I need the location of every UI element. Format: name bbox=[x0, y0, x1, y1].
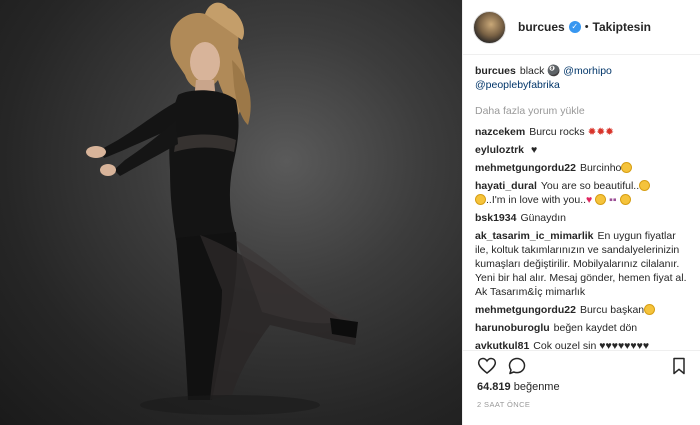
comment-username[interactable]: nazcekem bbox=[475, 126, 525, 138]
comment-item: mehmetgungordu22 Burcinho bbox=[475, 161, 691, 175]
comment-username[interactable]: mehmetgungordu22 bbox=[475, 304, 576, 316]
follow-button[interactable]: Takiptesin bbox=[593, 20, 651, 34]
load-more-comments-link[interactable]: Daha fazla yorum yükle bbox=[475, 104, 691, 118]
post-photo[interactable] bbox=[0, 0, 462, 425]
verified-icon: ✓ bbox=[568, 21, 581, 33]
header-separator: • bbox=[584, 21, 589, 33]
heart-icon[interactable] bbox=[477, 356, 497, 376]
gift-emoji-icon: ▪▪ bbox=[609, 194, 617, 206]
comment-username[interactable]: mehmetgungordu22 bbox=[475, 162, 576, 174]
comment-text: Günaydın bbox=[520, 212, 566, 224]
header-username[interactable]: burcues bbox=[518, 20, 565, 34]
comment-text: Burcinho bbox=[579, 162, 622, 174]
heart-emoji-icon: ♥ bbox=[586, 194, 593, 206]
caption-username[interactable]: burcues bbox=[475, 65, 516, 77]
instagram-post: burcues ✓ • Takiptesin burcues black 🎱 @m… bbox=[0, 0, 700, 425]
caption-text: black bbox=[519, 65, 545, 77]
black-heart-emoji-icon: ♥ bbox=[530, 144, 538, 156]
heart-eyes-emoji-icon bbox=[595, 194, 607, 205]
comment-item: hayati_dural You are so beautiful.. ..I'm… bbox=[475, 179, 691, 207]
laughing-emoji-icon bbox=[621, 162, 633, 173]
likes-number: 64.819 bbox=[477, 381, 511, 393]
clapping-emoji-icon bbox=[644, 304, 656, 315]
avatar[interactable] bbox=[473, 10, 506, 44]
smile-emoji-icon bbox=[475, 194, 486, 205]
comment-username[interactable]: eyluloztrk bbox=[475, 144, 524, 156]
comment-text: You are so beautiful.. bbox=[540, 180, 640, 192]
smile-emoji-icon bbox=[639, 180, 651, 191]
comment-icon[interactable] bbox=[507, 356, 527, 376]
comment-text: Burcu rocks bbox=[529, 126, 585, 138]
comments-list: burcues black 🎱 @morhipo @peoplebyfabrika… bbox=[463, 55, 700, 350]
comment-item: harunoburoglu beğen kaydet dön bbox=[475, 321, 691, 335]
caption: burcues black 🎱 @morhipo @peoplebyfabrika bbox=[475, 64, 691, 92]
comment-username[interactable]: ak_tasarim_ic_mimarlik bbox=[475, 230, 594, 242]
comment-text: Cok ouzel sin bbox=[533, 340, 597, 350]
post-header: burcues ✓ • Takiptesin bbox=[463, 0, 700, 55]
action-bar bbox=[463, 350, 700, 378]
comment-username[interactable]: harunoburoglu bbox=[475, 322, 550, 334]
mention-link[interactable]: @peoplebyfabrika bbox=[475, 79, 560, 91]
comment-text: beğen kaydet dön bbox=[553, 322, 638, 334]
photo-woman-in-black-dress bbox=[86, 2, 358, 415]
smile-emoji-icon bbox=[619, 194, 631, 205]
likes-label: beğenme bbox=[513, 381, 560, 393]
comment-username[interactable]: bsk1934 bbox=[475, 212, 516, 224]
explosion-emoji-icon: ✹✹✹ bbox=[587, 126, 614, 138]
comment-item: eyluloztrk ♥ bbox=[475, 143, 691, 157]
post-sidebar: burcues ✓ • Takiptesin burcues black 🎱 @m… bbox=[462, 0, 700, 425]
comment-item: nazcekem Burcu rocks ✹✹✹ bbox=[475, 125, 691, 139]
black-hearts-emoji-icon: ♥♥♥♥♥♥♥♥ bbox=[599, 340, 650, 350]
mention-link[interactable]: @morhipo bbox=[563, 65, 612, 77]
comment-item: mehmetgungordu22 Burcu başkan bbox=[475, 303, 691, 317]
comment-username[interactable]: avkutkul81 bbox=[475, 340, 529, 350]
comment-username[interactable]: hayati_dural bbox=[475, 180, 537, 192]
post-timestamp: 2 SAAT ÖNCE bbox=[477, 400, 531, 409]
comment-item: bsk1934 Günaydın bbox=[475, 211, 691, 225]
comment-item: ak_tasarim_ic_mimarlik En uygun fiyatlar … bbox=[475, 229, 691, 299]
comment-text: Burcu başkan bbox=[579, 304, 645, 316]
comment-text: ..I'm in love with you.. bbox=[486, 194, 587, 206]
8ball-emoji-icon: 🎱 bbox=[547, 65, 561, 77]
likes-count[interactable]: 64.819 beğenme bbox=[477, 381, 560, 393]
bookmark-icon[interactable] bbox=[669, 356, 689, 376]
comment-item: avkutkul81 Cok ouzel sin ♥♥♥♥♥♥♥♥ bbox=[475, 339, 691, 350]
